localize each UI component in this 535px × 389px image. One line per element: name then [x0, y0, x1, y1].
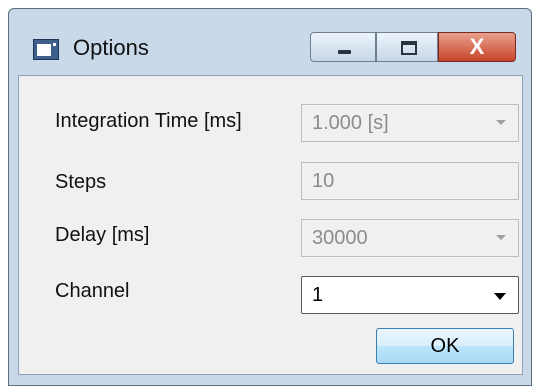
- steps-value: 10: [312, 170, 335, 192]
- integration-time-value: 1.000 [s]: [312, 112, 389, 134]
- window-title: Options: [73, 35, 149, 60]
- close-icon: X: [469, 34, 485, 59]
- delay-label: Delay [ms]: [55, 224, 150, 246]
- close-button[interactable]: X: [438, 32, 516, 62]
- channel-value: 1: [312, 284, 324, 306]
- chevron-down-icon: [494, 293, 506, 300]
- window-app-icon[interactable]: [33, 39, 59, 60]
- channel-label: Channel: [55, 280, 130, 302]
- integration-time-dropdown: 1.000 [s]: [301, 104, 519, 142]
- options-panel: Integration Time [ms] 1.000 [s] Steps 10…: [18, 75, 523, 375]
- maximize-button[interactable]: [376, 32, 438, 62]
- delay-dropdown: 30000: [301, 219, 519, 257]
- delay-value: 30000: [312, 227, 368, 249]
- steps-label: Steps: [55, 171, 107, 193]
- ok-button[interactable]: OK: [376, 328, 514, 364]
- channel-dropdown[interactable]: 1: [301, 276, 519, 314]
- chevron-down-icon: [496, 120, 506, 125]
- options-window: Options X Integration Time [ms] 1.000 [s…: [8, 8, 532, 386]
- integration-time-label: Integration Time [ms]: [55, 110, 242, 132]
- minimize-icon: [338, 50, 351, 54]
- maximize-icon: [401, 41, 417, 55]
- chevron-down-icon: [496, 235, 506, 240]
- title-bar[interactable]: Options X: [9, 9, 531, 75]
- steps-field: 10: [301, 162, 519, 200]
- minimize-button[interactable]: [310, 32, 376, 62]
